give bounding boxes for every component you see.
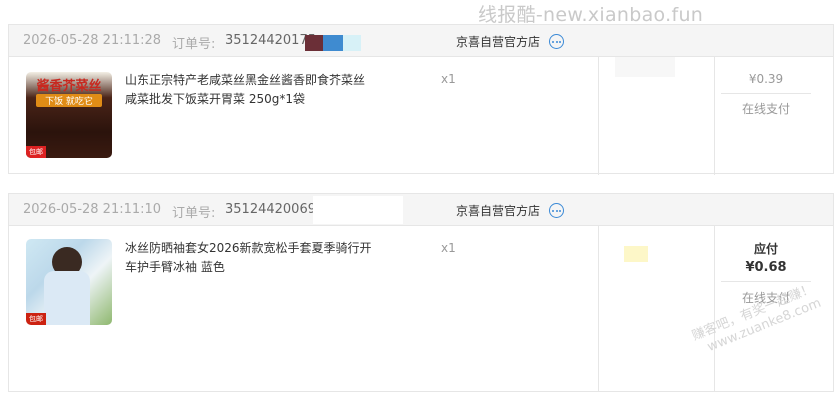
product-name-link[interactable]: 冰丝防晒袖套女2026新款宽松手套夏季骑行开车护手臂冰袖 蓝色 (125, 239, 375, 277)
shop-name-link[interactable]: 京喜自营官方店 (456, 202, 540, 219)
order-no: 35124420175 (225, 33, 316, 48)
product-name-link[interactable]: 山东正宗特产老咸菜丝黑金丝酱香即食芥菜丝咸菜批发下饭菜开胃菜 250g*1袋 (125, 71, 375, 109)
product-thumbnail[interactable]: 酱香芥菜丝 下饭 就吃它 包邮 (26, 72, 112, 158)
chat-icon[interactable] (549, 203, 564, 218)
order-price: ¥0.39 (748, 72, 784, 86)
column-divider (598, 226, 599, 392)
redaction-block (615, 57, 675, 77)
price-divider (721, 281, 811, 282)
product-quantity: x1 (441, 241, 456, 255)
thumb-slogan: 下饭 就吃它 (36, 94, 102, 107)
free-shipping-badge: 包邮 (26, 146, 46, 158)
thumb-title: 酱香芥菜丝 (36, 79, 102, 94)
order-card-2: 2026-05-28 21:11:10 订单号: 35124420069 京喜自… (8, 193, 834, 392)
column-divider (714, 226, 715, 392)
column-divider (598, 57, 599, 175)
pay-method: 在线支付 (741, 102, 790, 116)
redaction-block (313, 196, 403, 224)
order-price: ¥0.68 (745, 260, 787, 275)
order-no-label: 订单号: (172, 37, 216, 52)
price-divider (721, 93, 811, 94)
product-quantity: x1 (441, 72, 456, 86)
order-no: 35124420069 (225, 202, 316, 217)
order-header: 2026-05-28 21:11:28 订单号: 35124420175 京喜自… (9, 25, 833, 57)
order-no-label: 订单号: (172, 206, 216, 221)
order-time: 2026-05-28 21:11:10 (23, 202, 162, 217)
due-label: 应付 (753, 242, 778, 256)
chat-icon[interactable] (549, 34, 564, 49)
redaction-block (323, 35, 343, 51)
product-thumbnail[interactable]: 包邮 (26, 239, 112, 325)
redaction-block (343, 35, 361, 51)
redaction-block (305, 35, 323, 51)
shop-name-link[interactable]: 京喜自营官方店 (456, 33, 540, 50)
order-card-1: 2026-05-28 21:11:28 订单号: 35124420175 京喜自… (8, 24, 834, 175)
column-divider (714, 57, 715, 175)
order-time: 2026-05-28 21:11:28 (23, 33, 162, 48)
redaction-block (624, 246, 648, 262)
watermark-text: 线报酷-new.xianbao.fun (478, 4, 704, 26)
free-shipping-badge: 包邮 (26, 313, 46, 325)
order-header: 2026-05-28 21:11:10 订单号: 35124420069 京喜自… (9, 194, 833, 226)
